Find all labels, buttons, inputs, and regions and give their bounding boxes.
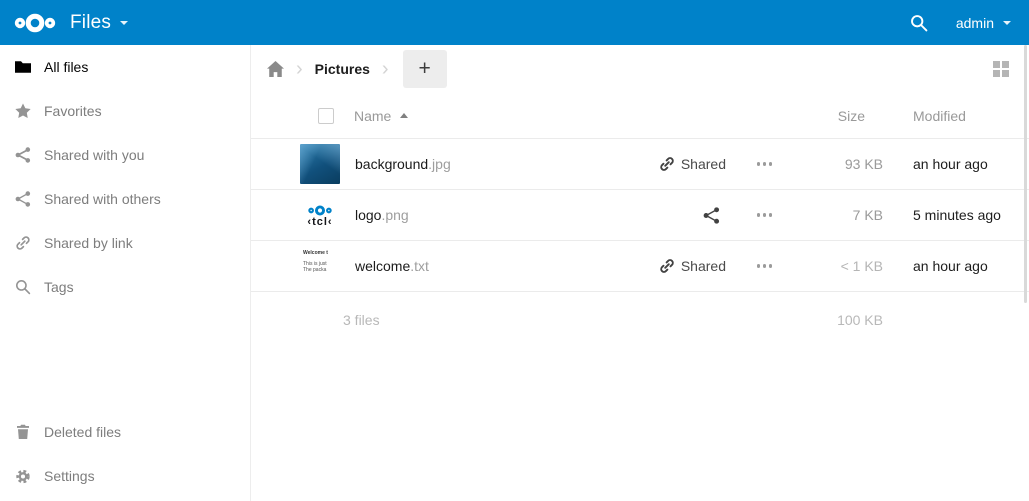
sidebar-item-shared-with-you[interactable]: Shared with you	[0, 133, 250, 177]
link-icon	[659, 156, 675, 172]
file-table-header: Name Size Modified	[251, 93, 1029, 139]
new-file-button[interactable]: +	[403, 50, 447, 88]
plus-icon: +	[418, 57, 430, 81]
chevron-separator-icon: ›	[382, 58, 389, 81]
grid-view-toggle-icon[interactable]	[993, 61, 1009, 77]
file-extension: .jpg	[428, 156, 451, 172]
home-icon[interactable]	[267, 61, 284, 77]
sidebar-item-label: Shared with others	[44, 191, 161, 207]
file-count: 3 files	[343, 312, 380, 328]
link-icon	[15, 235, 31, 251]
sidebar: All files Favorites Shared with you Shar…	[0, 45, 251, 501]
table-row[interactable]: Welcome t This is just The packa welcome…	[251, 241, 1029, 292]
app-title[interactable]: Files	[70, 12, 111, 34]
sidebar-item-settings[interactable]: Settings	[0, 454, 250, 498]
search-icon[interactable]	[910, 14, 928, 32]
file-modified: an hour ago	[883, 258, 1029, 274]
tag-icon	[15, 279, 31, 295]
user-name: admin	[956, 15, 994, 31]
file-thumbnail-logo-png[interactable]: ‹tcl‹	[300, 195, 340, 235]
select-all-checkbox[interactable]	[318, 108, 334, 124]
file-size: < 1 KB	[788, 258, 883, 274]
more-actions-icon[interactable]	[754, 162, 772, 166]
gear-icon	[15, 468, 31, 484]
column-header-name[interactable]: Name	[354, 108, 391, 124]
file-modified: an hour ago	[883, 156, 1029, 172]
app-menu-caret-icon[interactable]	[120, 21, 128, 25]
total-size: 100 KB	[788, 312, 883, 328]
sidebar-item-tags[interactable]: Tags	[0, 265, 250, 309]
sidebar-item-favorites[interactable]: Favorites	[0, 89, 250, 133]
scrollbar[interactable]	[1024, 45, 1027, 303]
sidebar-item-label: All files	[44, 59, 88, 75]
breadcrumb-folder[interactable]: Pictures	[315, 61, 370, 77]
file-list-summary: 3 files 100 KB	[251, 292, 1029, 348]
sidebar-item-label: Tags	[44, 279, 74, 295]
file-name[interactable]: background.jpg	[355, 156, 451, 172]
file-size: 93 KB	[788, 156, 883, 172]
file-extension: .png	[381, 207, 408, 223]
folder-icon	[15, 59, 31, 75]
table-row[interactable]: background.jpg Shared 93 KB an hour ago	[251, 139, 1029, 190]
link-icon	[659, 258, 675, 274]
user-menu[interactable]: admin	[956, 15, 1011, 31]
sidebar-item-label: Shared by link	[44, 235, 133, 251]
sidebar-bottom: Deleted files Settings	[0, 410, 250, 498]
chevron-separator-icon: ›	[296, 58, 303, 81]
shared-label: Shared	[681, 156, 726, 172]
file-thumbnail-background-jpg[interactable]	[300, 144, 340, 184]
table-row[interactable]: ‹tcl‹ logo.png 7 KB 5 minutes ago	[251, 190, 1029, 241]
sidebar-item-shared-by-link[interactable]: Shared by link	[0, 221, 250, 265]
sort-ascending-icon[interactable]	[400, 113, 408, 118]
user-menu-caret-icon	[1003, 21, 1011, 25]
trash-icon	[15, 424, 31, 440]
more-actions-icon[interactable]	[754, 264, 772, 268]
text-preview-line: Welcome t	[303, 250, 328, 256]
sidebar-item-deleted-files[interactable]: Deleted files	[0, 410, 250, 454]
share-status[interactable]	[703, 207, 726, 224]
file-thumbnail-welcome-txt[interactable]: Welcome t This is just The packa	[300, 246, 340, 286]
file-modified: 5 minutes ago	[883, 207, 1029, 223]
file-name[interactable]: logo.png	[355, 207, 409, 223]
shared-label: Shared	[681, 258, 726, 274]
shared-status[interactable]: Shared	[659, 258, 726, 274]
top-header-bar: Files admin	[0, 0, 1029, 45]
text-preview-line: The packa	[303, 267, 326, 273]
column-header-size[interactable]: Size	[788, 108, 883, 124]
shared-status[interactable]: Shared	[659, 156, 726, 172]
sidebar-item-all-files[interactable]: All files	[0, 45, 250, 89]
star-icon	[15, 103, 31, 119]
sidebar-item-shared-with-others[interactable]: Shared with others	[0, 177, 250, 221]
files-content: › Pictures › + Name Size Modified backgr…	[251, 45, 1029, 501]
sidebar-item-label: Shared with you	[44, 147, 144, 163]
nextcloud-logo-icon[interactable]	[13, 11, 57, 35]
share-icon	[15, 191, 31, 207]
sidebar-item-label: Settings	[44, 468, 95, 484]
sidebar-item-label: Deleted files	[44, 424, 121, 440]
file-extension: .txt	[410, 258, 429, 274]
more-actions-icon[interactable]	[754, 213, 772, 217]
share-icon	[15, 147, 31, 163]
column-header-modified[interactable]: Modified	[883, 108, 1029, 124]
file-size: 7 KB	[788, 207, 883, 223]
logo-thumbnail-text: ‹tcl‹	[307, 217, 332, 227]
file-name[interactable]: welcome.txt	[355, 258, 429, 274]
sidebar-item-label: Favorites	[44, 103, 102, 119]
share-icon	[703, 207, 720, 224]
breadcrumb: › Pictures › +	[251, 45, 1029, 93]
